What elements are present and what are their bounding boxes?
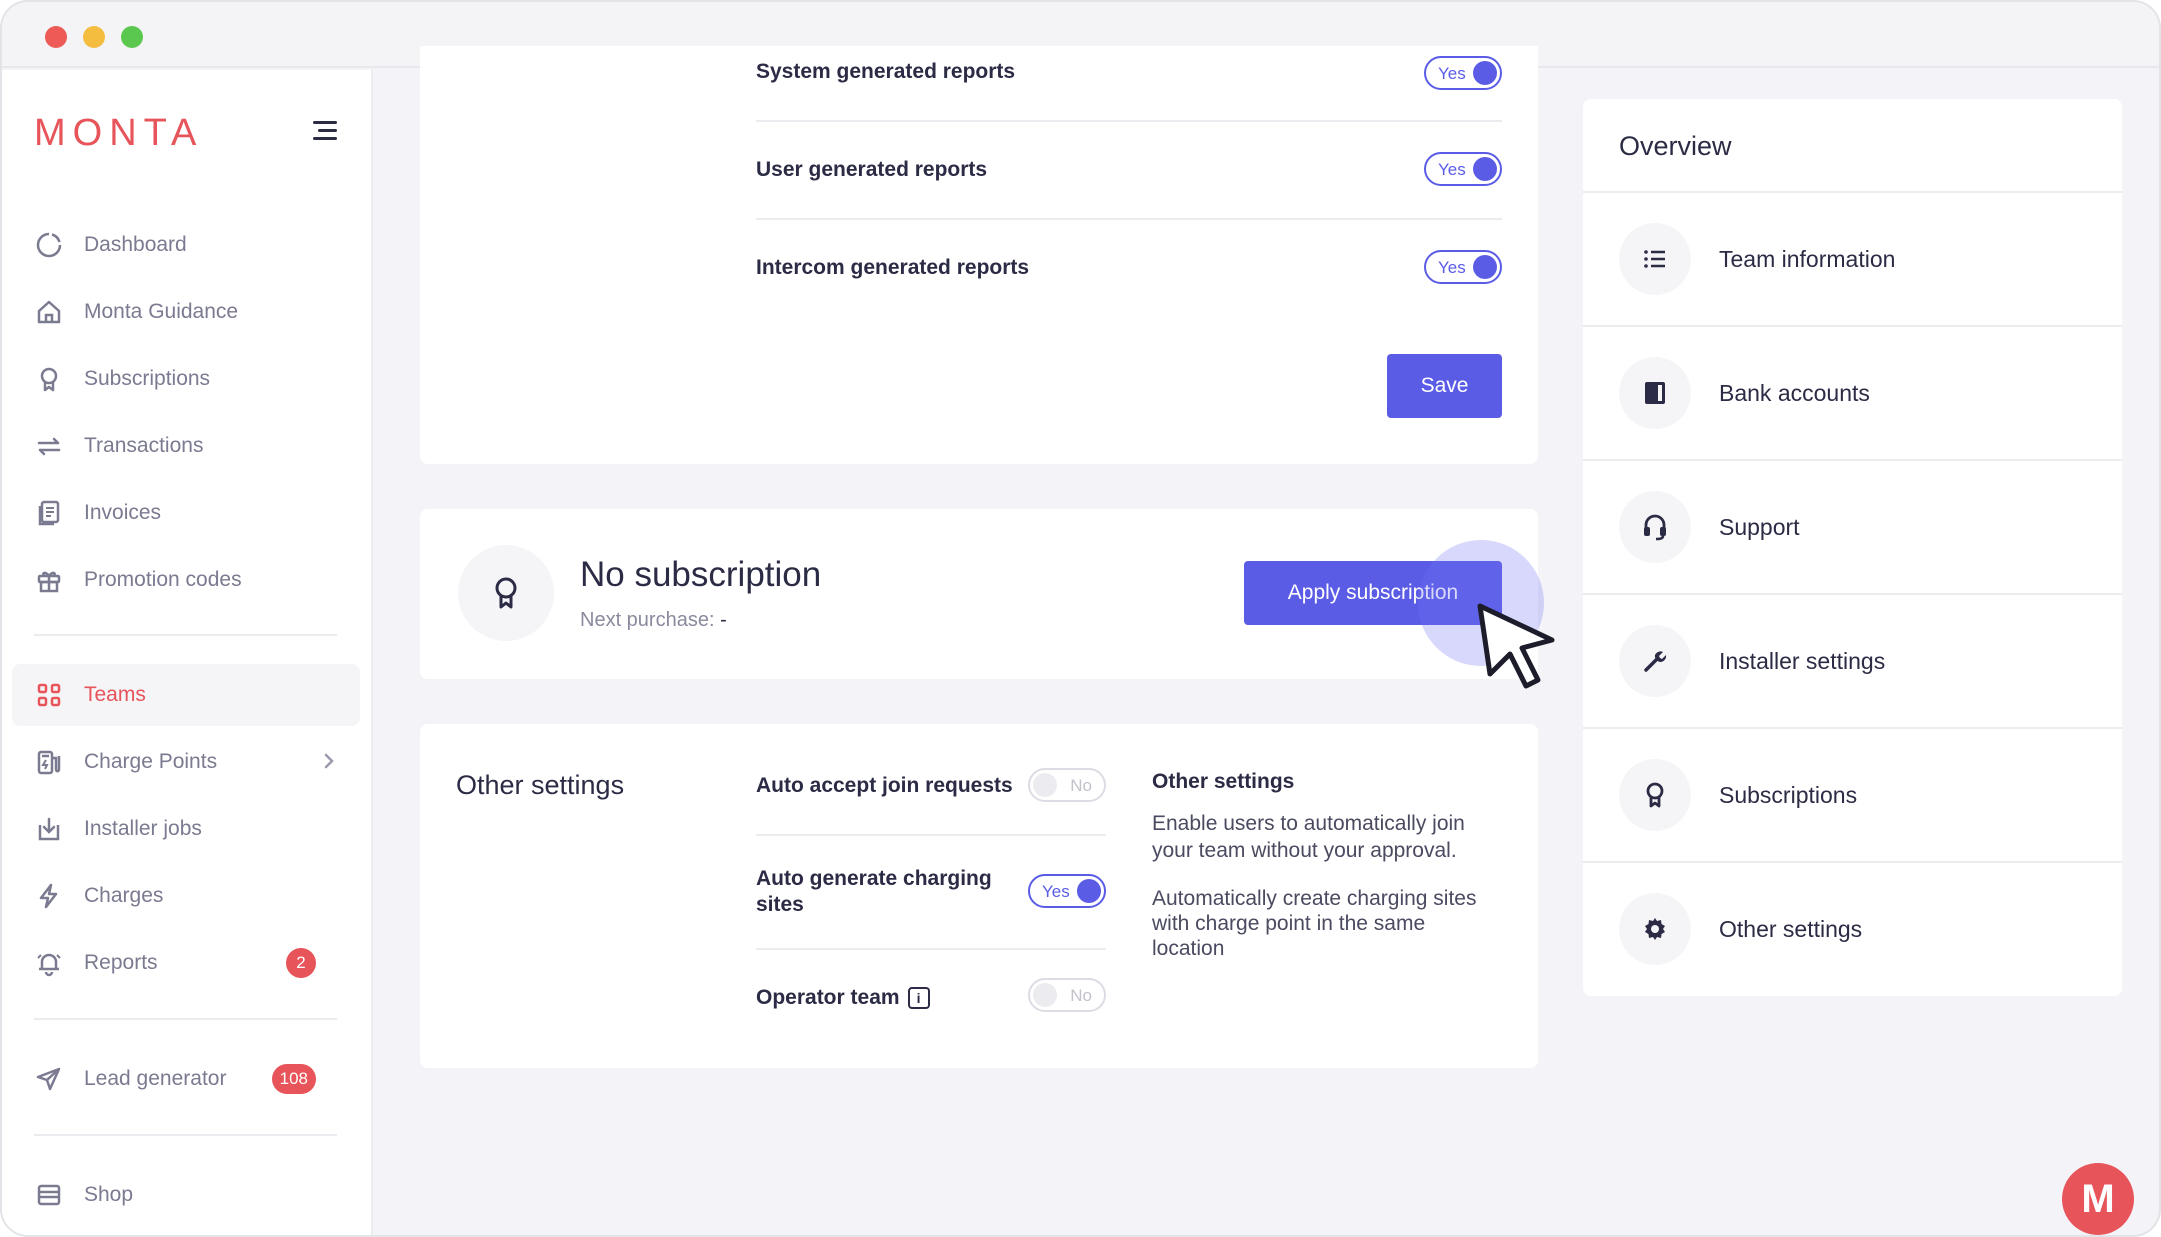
overview-item-team-information[interactable]: Team information — [1583, 191, 2122, 325]
list-icon — [1619, 223, 1691, 295]
chevron-right-icon[interactable] — [322, 751, 336, 777]
sidebar-item-label: Charge Points — [84, 750, 218, 773]
row-divider — [756, 218, 1502, 220]
dashboard-icon — [34, 230, 64, 260]
mouse-cursor-icon — [1477, 603, 1555, 689]
sidebar-item-dashboard[interactable]: Dashboard — [12, 214, 360, 276]
user-reports-label: User generated reports — [756, 158, 988, 181]
shop-icon — [34, 1180, 64, 1210]
overview-item-installer-settings[interactable]: Installer settings — [1583, 593, 2122, 727]
sidebar-item-subscriptions[interactable]: Subscriptions — [12, 348, 360, 410]
intercom-reports-label: Intercom generated reports — [756, 256, 1030, 279]
sidebar-item-label: Lead generator — [84, 1067, 227, 1090]
sidebar-item-charges[interactable]: Charges — [12, 865, 360, 927]
lead-generator-count-badge: 108 — [271, 1064, 316, 1094]
info-icon[interactable]: i — [907, 987, 930, 1009]
sidebar-item-promotion-codes[interactable]: Promotion codes — [12, 549, 360, 611]
badge-icon — [458, 545, 554, 641]
help-title: Other settings — [1152, 770, 1295, 793]
minimize-window-button[interactable] — [83, 26, 105, 48]
overview-item-bank-accounts[interactable]: Bank accounts — [1583, 325, 2122, 459]
sidebar-item-reports[interactable]: Reports 2 — [12, 932, 360, 994]
intercom-reports-toggle[interactable]: Yes — [1424, 250, 1502, 284]
reports-settings-card: System generated reports Yes User genera… — [420, 46, 1538, 464]
system-reports-label: System generated reports — [756, 60, 1016, 83]
badge-icon — [34, 364, 64, 394]
gear-icon — [1619, 893, 1691, 965]
subscription-card: No subscription Next purchase: - Apply s… — [420, 509, 1538, 679]
sidebar-item-shop[interactable]: Shop — [12, 1164, 360, 1226]
monta-logo[interactable]: MONTA — [34, 110, 203, 156]
overview-item-other-settings[interactable]: Other settings — [1583, 861, 2122, 995]
auto-accept-toggle[interactable]: No — [1028, 768, 1106, 802]
close-window-button[interactable] — [45, 26, 67, 48]
sidebar-item-monta-guidance[interactable]: Monta Guidance — [12, 281, 360, 343]
operator-team-label: Operator team i — [756, 986, 930, 1010]
home-icon — [34, 297, 64, 327]
sidebar-item-label: Dashboard — [84, 233, 187, 256]
sidebar-item-label: Invoices — [84, 501, 162, 524]
download-icon — [34, 814, 64, 844]
sidebar-item-installer-jobs[interactable]: Installer jobs — [12, 798, 360, 860]
sidebar-item-label: Shop — [84, 1183, 134, 1206]
bell-icon — [34, 948, 64, 978]
menu-toggle-icon[interactable] — [307, 116, 341, 146]
sidebar-item-teams[interactable]: Teams — [12, 664, 360, 726]
sidebar-item-label: Installer jobs — [84, 817, 202, 840]
chat-launcher-button[interactable]: M — [2062, 1163, 2134, 1235]
sidebar-item-label: Subscriptions — [84, 367, 211, 390]
auto-generate-sites-label: Auto generate charging sites — [756, 867, 992, 916]
send-icon — [34, 1064, 64, 1094]
badge-icon — [1619, 759, 1691, 831]
sidebar-divider — [34, 1134, 337, 1136]
sidebar-item-transactions[interactable]: Transactions — [12, 415, 360, 477]
charger-icon — [34, 747, 64, 777]
gift-icon — [34, 565, 64, 595]
reports-count-badge: 2 — [286, 948, 316, 978]
system-reports-toggle[interactable]: Yes — [1424, 56, 1502, 90]
row-divider — [756, 948, 1106, 950]
overview-item-support[interactable]: Support — [1583, 459, 2122, 593]
sidebar-item-label: Promotion codes — [84, 568, 242, 591]
maximize-window-button[interactable] — [121, 26, 143, 48]
sidebar-divider — [34, 1018, 337, 1020]
grid-icon — [34, 680, 64, 710]
user-reports-toggle[interactable]: Yes — [1424, 152, 1502, 186]
save-button[interactable]: Save — [1387, 354, 1502, 418]
app-window: MONTA Dashboard Monta Guidance Subscript… — [0, 0, 2161, 1237]
sidebar-item-label: Charges — [84, 884, 164, 907]
arrows-icon — [34, 431, 64, 461]
help-text-sites: Automatically create charging sites with… — [1152, 887, 1477, 960]
other-settings-card: Other settings Auto accept join requests… — [420, 724, 1538, 1068]
row-divider — [756, 834, 1106, 836]
book-icon — [1619, 357, 1691, 429]
sidebar-item-label: Monta Guidance — [84, 300, 239, 323]
auto-accept-label: Auto accept join requests — [756, 774, 1013, 797]
sidebar-item-invoices[interactable]: Invoices — [12, 482, 360, 544]
overview-title: Overview — [1619, 131, 1732, 161]
next-purchase: Next purchase: - — [580, 609, 727, 631]
bolt-icon — [34, 881, 64, 911]
sidebar-divider — [34, 634, 337, 636]
wrench-icon — [1619, 625, 1691, 697]
sidebar: MONTA Dashboard Monta Guidance Subscript… — [2, 70, 373, 1235]
overview-panel: Overview Team information Bank accounts … — [1583, 99, 2122, 996]
overview-item-subscriptions[interactable]: Subscriptions — [1583, 727, 2122, 861]
auto-generate-sites-toggle[interactable]: Yes — [1028, 874, 1106, 908]
row-divider — [756, 120, 1502, 122]
sidebar-item-label: Reports — [84, 951, 158, 974]
sidebar-item-charge-points[interactable]: Charge Points — [12, 731, 360, 793]
help-text-join: Enable users to automatically join your … — [1152, 812, 1465, 862]
sidebar-item-label: Teams — [84, 683, 146, 706]
sidebar-item-lead-generator[interactable]: Lead generator 108 — [12, 1048, 360, 1110]
other-settings-title: Other settings — [456, 770, 625, 800]
subscription-title: No subscription — [580, 555, 822, 594]
invoice-icon — [34, 498, 64, 528]
sidebar-item-label: Transactions — [84, 434, 204, 457]
operator-team-toggle[interactable]: No — [1028, 978, 1106, 1012]
headset-icon — [1619, 491, 1691, 563]
